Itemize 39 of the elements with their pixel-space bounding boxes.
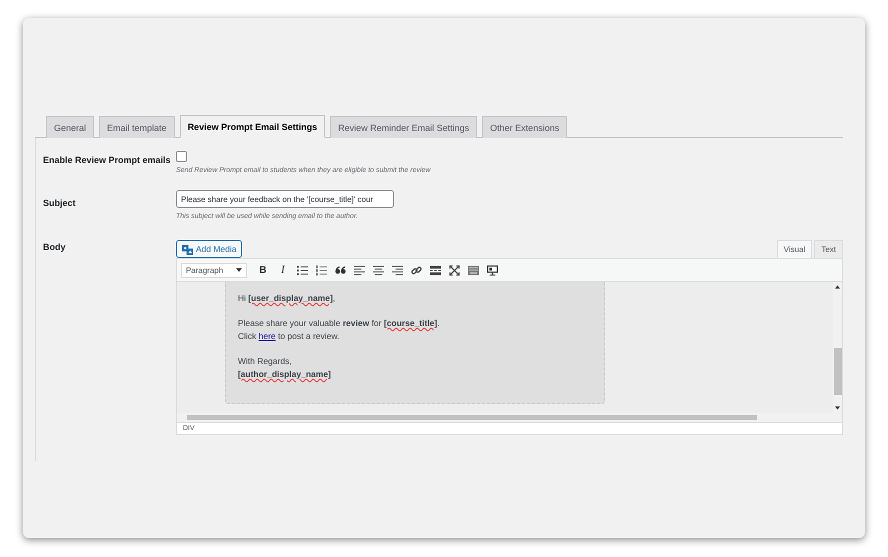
field-label: Subject <box>43 197 77 210</box>
settings-tab[interactable]: Other Extensions <box>482 116 568 138</box>
align-left-icon[interactable] <box>354 264 365 276</box>
format-select[interactable]: Paragraph <box>180 262 247 278</box>
align-right-icon[interactable] <box>392 264 403 276</box>
bold-button[interactable]: B <box>256 264 269 276</box>
quote-icon[interactable] <box>334 264 346 276</box>
horizontal-scrollbar[interactable] <box>176 413 843 423</box>
editor-tab[interactable]: Visual <box>776 240 812 258</box>
post-review-link[interactable]: here <box>258 331 276 341</box>
enable-checkbox[interactable] <box>176 151 187 162</box>
settings-tab[interactable]: Review Prompt Email Settings <box>180 115 326 138</box>
align-center-icon[interactable] <box>372 264 384 276</box>
settings-tab[interactable]: General <box>46 116 94 138</box>
add-media-button[interactable]: Add Media <box>176 240 242 258</box>
email-line: With Regards, <box>238 355 293 368</box>
field-label: Enable Review Prompt emails <box>43 154 172 167</box>
email-line: Click here to post a review. <box>238 330 340 343</box>
scroll-up-icon[interactable] <box>835 285 840 289</box>
bulleted-list-icon[interactable] <box>296 264 308 276</box>
email-line: Please share your valuable review for [course_title]. <box>238 317 441 330</box>
editor-tab[interactable]: Text <box>814 240 843 258</box>
email-line: [author_display_name] <box>238 368 332 381</box>
numbered-list-icon[interactable] <box>316 264 327 276</box>
monitor-icon[interactable] <box>486 264 498 276</box>
email-line: Hi [user_display_name], <box>238 292 336 305</box>
italic-button[interactable]: I <box>276 264 289 276</box>
field-label: Body <box>43 241 66 254</box>
subject-field[interactable]: Please share your feedback on the '[course_title]' cour <box>176 190 394 208</box>
link-icon[interactable] <box>410 264 422 276</box>
media-icon <box>182 244 193 254</box>
fullscreen-icon[interactable] <box>448 264 460 276</box>
scroll-down-icon[interactable] <box>835 406 840 410</box>
settings-tab[interactable]: Email template <box>99 116 175 138</box>
settings-tab[interactable]: Review Reminder Email Settings <box>330 116 478 138</box>
keyboard-icon[interactable] <box>468 264 479 276</box>
vertical-scrollbar[interactable] <box>833 282 842 413</box>
caret-icon <box>236 268 242 272</box>
read-more-icon[interactable] <box>430 264 441 276</box>
